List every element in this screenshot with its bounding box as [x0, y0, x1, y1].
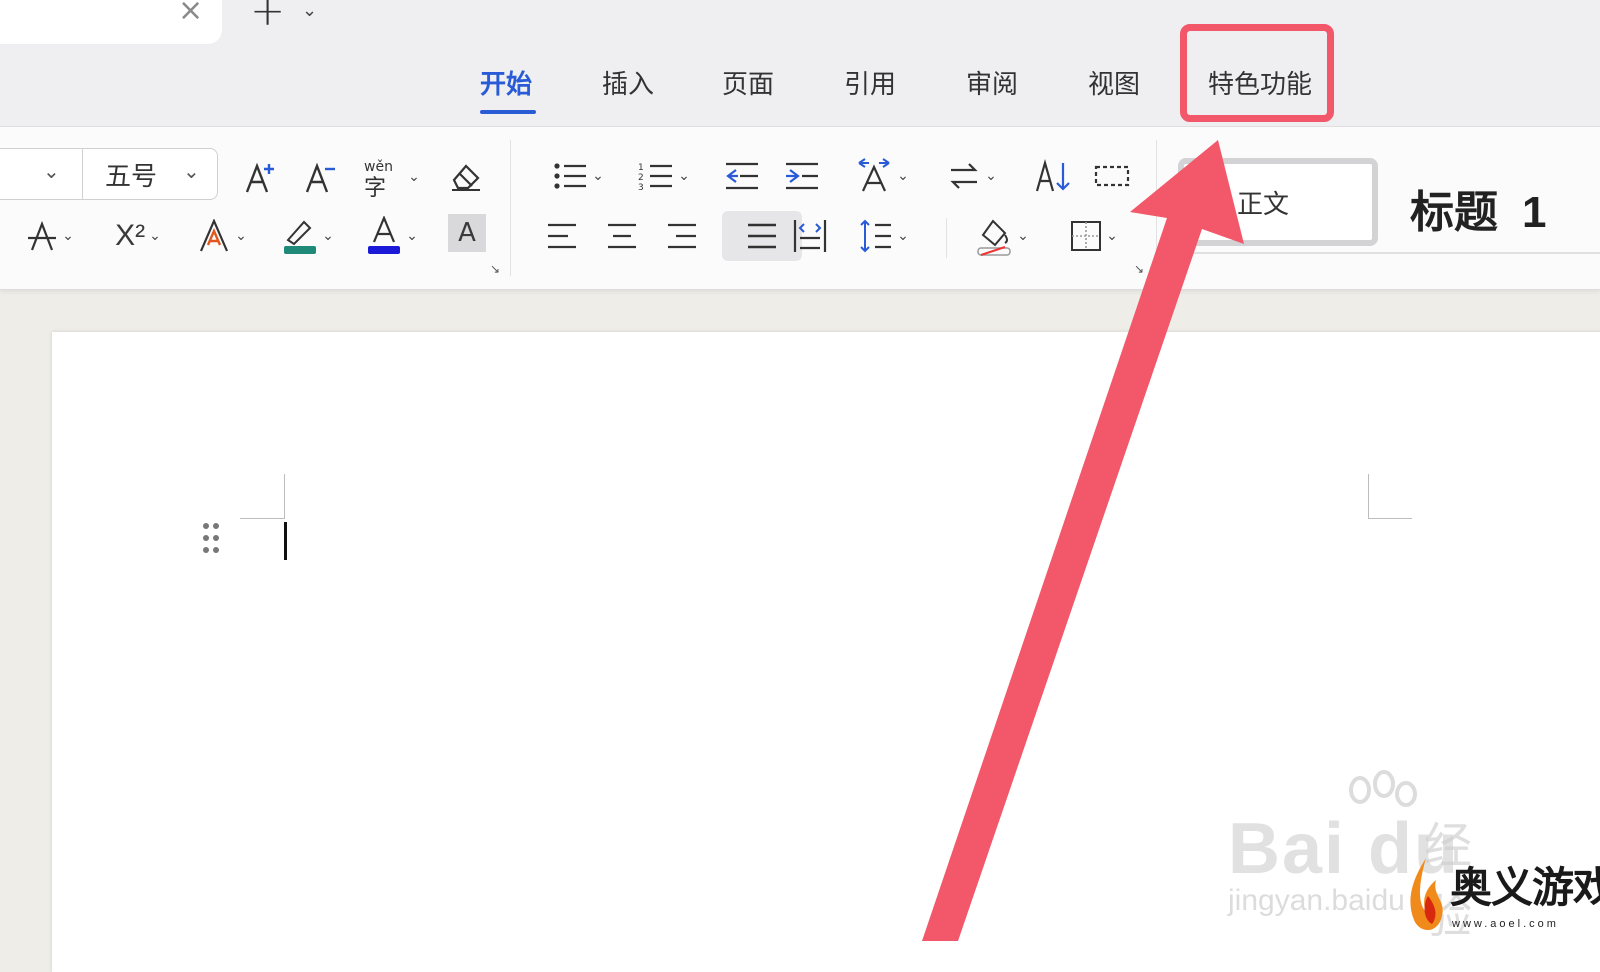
- margin-mark: [1368, 518, 1412, 519]
- chevron-down-icon: ⌄: [406, 228, 418, 244]
- bullet-list-icon[interactable]: ⌄: [546, 156, 610, 196]
- char-shading-glyph: A: [458, 218, 476, 248]
- convert-icon[interactable]: ⌄: [940, 156, 1004, 196]
- superscript-icon[interactable]: X² ⌄: [106, 216, 170, 256]
- annotation-highlight-box: [1180, 24, 1334, 122]
- site-watermark-url: www.aoel.com: [1452, 918, 1559, 930]
- increase-font-icon[interactable]: [240, 158, 282, 198]
- chevron-down-icon[interactable]: ⌄: [302, 0, 317, 21]
- decrease-indent-icon[interactable]: [722, 156, 762, 196]
- chevron-down-icon: ⌄: [678, 168, 690, 184]
- chevron-down-icon: ⌄: [897, 228, 909, 244]
- group-separator: [1156, 140, 1157, 276]
- svg-text:字: 字: [364, 176, 386, 199]
- font-name-dropdown[interactable]: ⌄: [0, 148, 83, 200]
- strikethrough-icon[interactable]: ⌄: [18, 216, 82, 256]
- margin-mark: [1368, 474, 1369, 519]
- text-direction-icon[interactable]: ⌄: [850, 154, 914, 198]
- separator: [946, 218, 947, 258]
- phonetic-guide-icon[interactable]: wěn 字 ⌄: [358, 154, 422, 200]
- align-right-icon[interactable]: [662, 216, 702, 256]
- shading-icon[interactable]: ⌄: [970, 212, 1034, 260]
- svg-text:wěn: wěn: [364, 159, 393, 175]
- decrease-font-icon[interactable]: [300, 158, 342, 198]
- chevron-down-icon: ⌄: [149, 228, 161, 244]
- font-color-icon[interactable]: ⌄: [360, 214, 424, 258]
- chevron-down-icon: ⌄: [183, 159, 200, 183]
- title-bar: [0, 0, 1600, 128]
- numbered-list-icon[interactable]: 123 ⌄: [632, 156, 696, 196]
- sort-icon[interactable]: [1030, 156, 1074, 196]
- tab-home[interactable]: 开始: [480, 68, 532, 102]
- style-heading1[interactable]: 标题 1: [1410, 176, 1546, 240]
- plus-icon[interactable]: +: [250, 0, 285, 32]
- char-shading-icon[interactable]: A: [448, 214, 486, 252]
- margin-mark: [240, 518, 284, 519]
- svg-text:3: 3: [638, 183, 644, 192]
- clear-format-icon[interactable]: [446, 156, 486, 196]
- site-watermark: 奥义游戏网 www.aoel.com: [1402, 852, 1600, 941]
- chevron-down-icon: ⌄: [985, 168, 997, 184]
- superscript-glyph: X²: [115, 219, 146, 252]
- chevron-down-icon: ⌄: [897, 168, 909, 184]
- align-left-icon[interactable]: [542, 216, 582, 256]
- borders-icon[interactable]: ⌄: [1062, 216, 1126, 256]
- distribute-icon[interactable]: [788, 214, 832, 258]
- style-normal[interactable]: 正文: [1178, 158, 1378, 246]
- svg-text:2: 2: [638, 173, 644, 183]
- line-spacing-icon[interactable]: ⌄: [852, 214, 916, 258]
- style-gallery-border: [1178, 252, 1600, 254]
- chevron-down-icon: ⌄: [235, 228, 247, 244]
- show-hide-icon[interactable]: [1090, 156, 1134, 196]
- increase-indent-icon[interactable]: [782, 156, 822, 196]
- highlight-icon[interactable]: ⌄: [276, 214, 340, 258]
- margin-mark: [284, 474, 285, 519]
- baidu-watermark-sub: jingyan.baidu: [1228, 884, 1405, 917]
- align-center-icon[interactable]: [602, 216, 642, 256]
- chevron-down-icon: ⌄: [322, 228, 334, 244]
- chevron-down-icon: ⌄: [1106, 228, 1118, 244]
- tab-view[interactable]: 视图: [1088, 68, 1140, 102]
- active-tab-indicator: [480, 110, 536, 114]
- tab-insert[interactable]: 插入: [602, 68, 654, 102]
- tab-page[interactable]: 页面: [722, 68, 774, 102]
- font-size-dropdown[interactable]: 五号 ⌄: [82, 148, 218, 200]
- flame-logo-icon: [1410, 858, 1443, 931]
- style-heading1-number: 1: [1522, 188, 1547, 237]
- font-size-value: 五号: [105, 161, 158, 192]
- chevron-down-icon: ⌄: [592, 168, 604, 184]
- style-heading1-label: 标题: [1410, 187, 1498, 238]
- text-effect-icon[interactable]: ⌄: [190, 216, 254, 256]
- svg-text:1: 1: [638, 163, 644, 173]
- close-icon[interactable]: ×: [178, 0, 203, 26]
- tab-review[interactable]: 审阅: [966, 68, 1018, 102]
- drag-handle-icon[interactable]: [202, 522, 222, 554]
- chevron-down-icon: ⌄: [408, 169, 420, 185]
- site-watermark-title: 奥义游戏网: [1450, 863, 1600, 912]
- justify-icon[interactable]: [742, 216, 782, 256]
- chevron-down-icon: ⌄: [43, 159, 60, 183]
- chevron-down-icon: ⌄: [1017, 228, 1029, 244]
- group-separator: [510, 140, 511, 276]
- chevron-down-icon: ⌄: [62, 228, 74, 244]
- style-normal-label: 正文: [1236, 189, 1289, 220]
- font-dialog-launcher-icon[interactable]: ↘: [488, 262, 502, 276]
- text-cursor: [284, 522, 287, 560]
- paragraph-dialog-launcher-icon[interactable]: ↘: [1132, 262, 1146, 276]
- tab-references[interactable]: 引用: [844, 68, 896, 102]
